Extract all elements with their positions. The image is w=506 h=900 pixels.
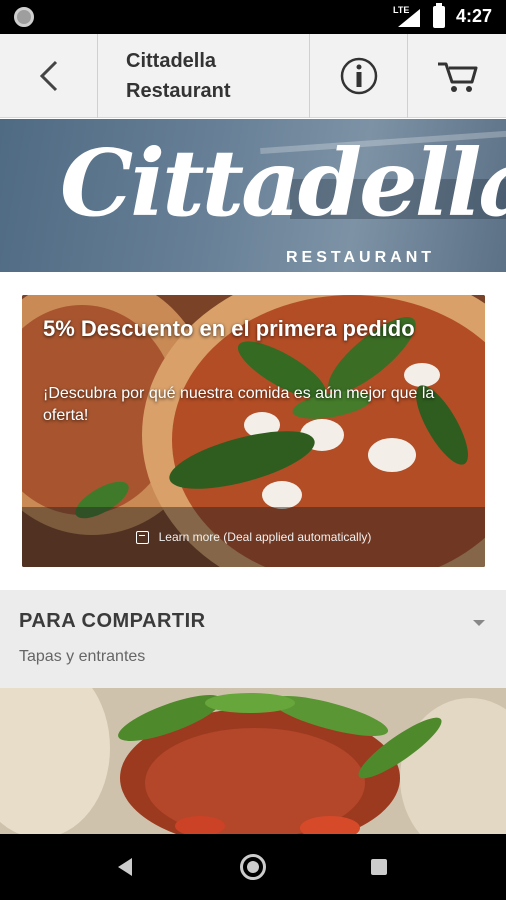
- promo-title: 5% Descuento en el primera pedido: [43, 316, 415, 341]
- promo-description: ¡Descubra por qué nuestra comida es aún …: [43, 385, 435, 424]
- promo-card[interactable]: 5% Descuento en el primera pedido ¡Descu…: [22, 295, 485, 567]
- deal-icon: [135, 530, 149, 544]
- info-button[interactable]: [310, 34, 408, 118]
- back-arrow-icon: [39, 60, 57, 92]
- category-subtitle: Tapas y entrantes: [19, 648, 146, 665]
- back-button[interactable]: [0, 34, 98, 118]
- category-header[interactable]: PARA COMPARTIR Tapas y entrantes: [0, 590, 506, 688]
- status-time: 4:27: [456, 6, 493, 26]
- status-bar: LTE 4:27: [0, 0, 506, 34]
- cart-button[interactable]: [408, 34, 506, 118]
- nav-recents-icon[interactable]: [371, 859, 387, 875]
- nav-home-icon[interactable]: [240, 854, 266, 880]
- page-title: Cittadella Restaurant: [126, 50, 231, 102]
- promo-learn-more[interactable]: Learn more (Deal applied automatically): [22, 507, 485, 567]
- cart-icon: [438, 62, 478, 92]
- nav-back-icon[interactable]: [118, 858, 132, 876]
- restaurant-logo: Cittadella: [60, 129, 506, 237]
- app-toolbar: Cittadella Restaurant: [0, 34, 506, 118]
- restaurant-banner: Cittadella RESTAURANT: [0, 119, 506, 272]
- system-nav-bar: [0, 834, 506, 900]
- battery-icon: [433, 3, 445, 28]
- restaurant-logo-subtext: RESTAURANT: [286, 249, 436, 266]
- notification-icon: [14, 7, 34, 27]
- category-title: PARA COMPARTIR: [19, 610, 206, 632]
- promo-footer-text: Learn more (Deal applied automatically): [158, 530, 372, 544]
- signal-icon: [398, 9, 420, 27]
- toolbar-title-cell: Cittadella Restaurant: [98, 34, 310, 118]
- info-icon: [340, 57, 377, 95]
- tartare-photo: [0, 688, 506, 834]
- category-food-image[interactable]: [0, 688, 506, 834]
- dropdown-arrow-icon[interactable]: [473, 620, 485, 626]
